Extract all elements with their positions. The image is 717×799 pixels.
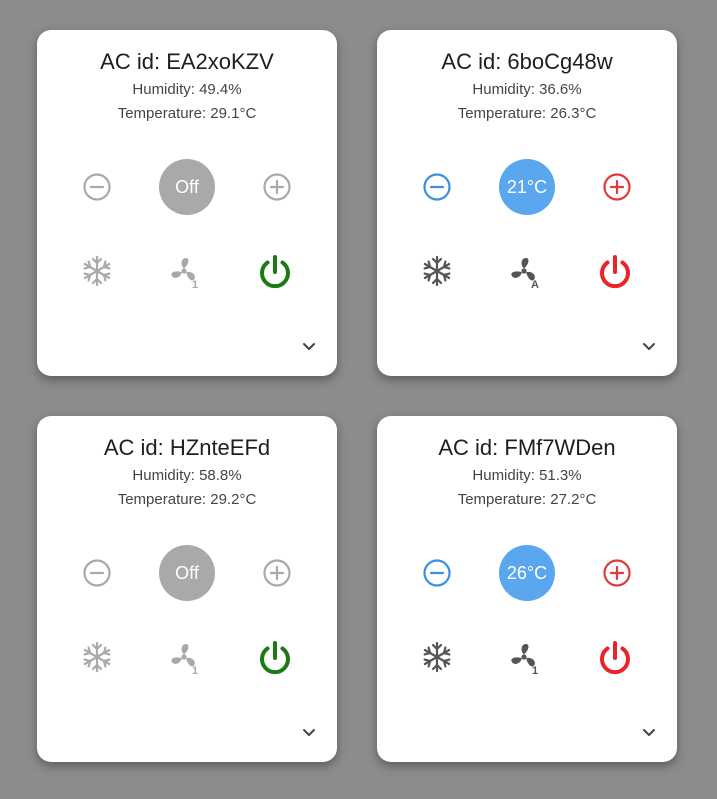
temperature-readout: Temperature: 29.2°C [117,491,257,508]
ac-card: AC id: 6boCg48w Humidity: 36.6% Temperat… [377,30,677,376]
power-icon [260,641,290,675]
expand-button[interactable] [636,722,662,744]
expand-button[interactable] [296,336,322,358]
expand-button[interactable] [296,722,322,744]
fan-icon: 1 [171,644,198,677]
cool-mode-button[interactable] [420,254,454,288]
cool-mode-button[interactable] [80,640,114,674]
ac-title: AC id: 6boCg48w [441,49,613,74]
humidity-readout: Humidity: 51.3% [472,467,582,484]
power-icon [600,255,630,289]
minus-circle-icon [423,173,451,201]
power-icon [260,255,290,289]
decrease-temp-button[interactable] [422,172,452,202]
minus-circle-icon [423,559,451,587]
setpoint-display[interactable]: 21°C [499,159,555,215]
power-button[interactable] [595,252,635,292]
fan-mode-label: 1 [192,279,198,291]
increase-temp-button[interactable] [262,558,292,588]
expand-button[interactable] [636,336,662,358]
plus-circle-icon [603,173,631,201]
cool-mode-button[interactable] [80,254,114,288]
fan-speed-button[interactable]: 1 [508,640,546,678]
fan-mode-label: 1 [532,665,538,677]
increase-temp-button[interactable] [262,172,292,202]
decrease-temp-button[interactable] [422,558,452,588]
fan-speed-button[interactable]: A [508,254,546,292]
temperature-readout: Temperature: 29.1°C [117,105,257,122]
increase-temp-button[interactable] [602,172,632,202]
increase-temp-button[interactable] [602,558,632,588]
temperature-readout: Temperature: 26.3°C [457,105,597,122]
humidity-readout: Humidity: 36.6% [472,81,582,98]
plus-circle-icon [263,173,291,201]
setpoint-display[interactable]: Off [159,545,215,601]
chevron-down-icon [643,343,655,350]
plus-circle-icon [263,559,291,587]
ac-card: AC id: HZnteEFd Humidity: 58.8% Temperat… [37,416,337,762]
setpoint-display[interactable]: 26°C [499,545,555,601]
decrease-temp-button[interactable] [82,172,112,202]
minus-circle-icon [83,559,111,587]
fan-icon: 1 [511,644,538,677]
chevron-down-icon [303,343,315,350]
snowflake-icon [83,255,111,287]
power-button[interactable] [595,638,635,678]
temperature-readout: Temperature: 27.2°C [457,491,597,508]
snowflake-icon [83,641,111,673]
power-icon [600,641,630,675]
ac-title: AC id: HZnteEFd [103,435,271,460]
fan-mode-label: 1 [192,665,198,677]
power-button[interactable] [255,252,295,292]
plus-circle-icon [603,559,631,587]
ac-card: AC id: FMf7WDen Humidity: 51.3% Temperat… [377,416,677,762]
humidity-readout: Humidity: 58.8% [132,467,242,484]
cool-mode-button[interactable] [420,640,454,674]
fan-speed-button[interactable]: 1 [168,640,206,678]
power-button[interactable] [255,638,295,678]
fan-mode-label: A [531,279,539,291]
snowflake-icon [423,255,451,287]
snowflake-icon [423,641,451,673]
chevron-down-icon [303,729,315,736]
fan-icon: 1 [171,258,198,291]
fan-speed-button[interactable]: 1 [168,254,206,292]
fan-icon: A [511,258,539,291]
minus-circle-icon [83,173,111,201]
ac-title: AC id: EA2xoKZV [100,49,274,74]
ac-title: AC id: FMf7WDen [438,435,616,460]
decrease-temp-button[interactable] [82,558,112,588]
chevron-down-icon [643,729,655,736]
humidity-readout: Humidity: 49.4% [132,81,242,98]
setpoint-display[interactable]: Off [159,159,215,215]
ac-card: AC id: EA2xoKZV Humidity: 49.4% Temperat… [37,30,337,376]
